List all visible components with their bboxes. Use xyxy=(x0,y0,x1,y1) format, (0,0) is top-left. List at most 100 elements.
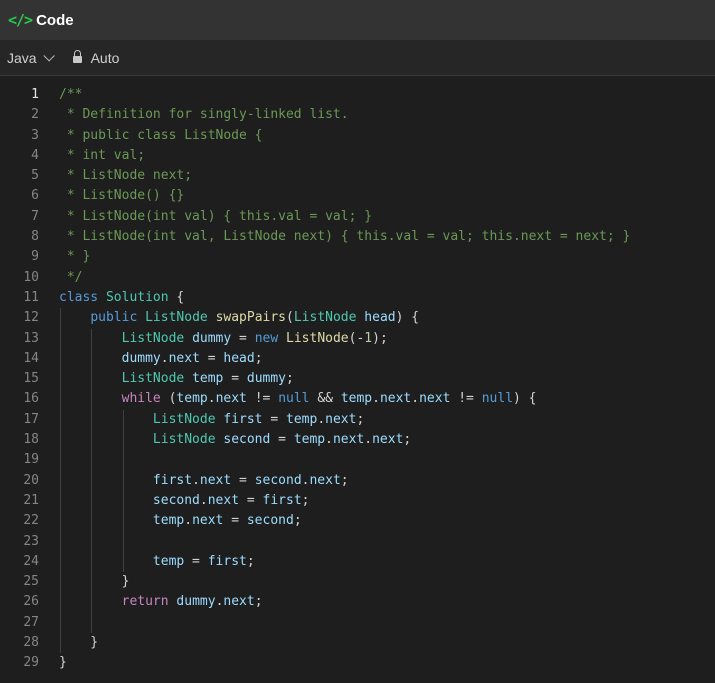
code-text: * ListNode(int val, ListNode next) { thi… xyxy=(39,227,631,247)
code-line: 8 * ListNode(int val, ListNode next) { t… xyxy=(0,227,715,247)
lock-icon xyxy=(72,50,82,63)
code-text xyxy=(39,531,124,552)
code-token: next xyxy=(168,350,200,366)
code-token: temp xyxy=(152,553,185,569)
code-token: next xyxy=(215,391,247,407)
indent-guide xyxy=(122,409,124,431)
code-text: second.next = first; xyxy=(39,490,310,512)
code-line: 22 temp.next = second; xyxy=(0,511,715,532)
code-text: /** xyxy=(39,85,82,105)
code-text: * Definition for singly-linked list. xyxy=(39,105,349,125)
code-token: temp xyxy=(176,391,208,407)
code-token: ; xyxy=(293,513,302,529)
code-text: */ xyxy=(39,268,83,288)
line-number: 4 xyxy=(31,147,39,163)
line-number: 19 xyxy=(23,452,39,468)
code-editor[interactable]: 1 /** 2 * Definition for singly-linked lis… xyxy=(0,76,715,674)
code-token: /** xyxy=(59,87,83,102)
indent-guide xyxy=(91,511,93,532)
code-token: head xyxy=(364,310,396,326)
line-number: 10 xyxy=(23,269,39,285)
code-line: 3 * public class ListNode { xyxy=(0,126,715,146)
code-text: } xyxy=(39,633,98,654)
indent-guide xyxy=(91,450,93,471)
line-number: 28 xyxy=(23,635,39,651)
indent-guide xyxy=(91,470,93,491)
code-token: ; xyxy=(340,472,349,488)
indent-guide xyxy=(60,409,61,431)
code-line: 15 ListNode temp = dummy; xyxy=(0,369,715,390)
indent-guide xyxy=(60,348,61,370)
code-token: ; xyxy=(301,492,310,508)
line-number: 12 xyxy=(23,310,39,326)
code-line: 17 ListNode first = temp.next; xyxy=(0,409,715,431)
code-line: 1 /** xyxy=(0,85,715,105)
indent-guide xyxy=(60,430,61,451)
code-token: second xyxy=(254,472,302,488)
code-token: = xyxy=(184,553,208,569)
code-token: second xyxy=(246,513,294,529)
line-number: 13 xyxy=(23,330,39,346)
code-token: = xyxy=(231,330,255,346)
line-number: 16 xyxy=(23,391,39,407)
code-token: dummy xyxy=(246,371,287,387)
indent-guide xyxy=(122,531,124,552)
code-text: class Solution { xyxy=(39,288,184,308)
line-number: 1 xyxy=(31,87,39,102)
code-token: temp xyxy=(286,411,318,427)
code-token: = xyxy=(270,432,294,448)
code-token: first xyxy=(207,553,247,569)
code-token: ; xyxy=(403,432,412,448)
code-text xyxy=(39,450,124,471)
code-token: ) { xyxy=(513,391,537,407)
code-line: 13 ListNode dummy = new ListNode(-1); xyxy=(0,328,715,349)
indent-guide xyxy=(91,531,93,552)
code-token: ListNode xyxy=(293,310,357,326)
code-token: next xyxy=(325,411,357,427)
code-token: * ListNode(int val, ListNode next) { thi… xyxy=(59,229,631,245)
code-token: next xyxy=(192,513,224,529)
code-line: 12 public ListNode swapPairs(ListNode he… xyxy=(0,308,715,329)
code-token: temp xyxy=(340,391,373,407)
code-line: 2 * Definition for singly-linked list. xyxy=(0,105,715,125)
code-line: 29} xyxy=(0,653,715,673)
indent-guide xyxy=(122,470,124,491)
code-line: 11 class Solution { xyxy=(0,288,715,308)
code-token: * } xyxy=(59,249,91,265)
code-token: next xyxy=(207,492,240,508)
indent-guide xyxy=(91,409,93,431)
code-text: temp = first; xyxy=(39,551,255,573)
code-token: . xyxy=(160,350,169,366)
code-token: = xyxy=(199,350,224,366)
code-token: next xyxy=(332,432,365,448)
indent-guide xyxy=(60,572,61,593)
code-token: = xyxy=(223,513,247,529)
line-number: 27 xyxy=(23,614,39,630)
indent-guide xyxy=(91,348,93,370)
code-token: next xyxy=(199,472,232,488)
code-token: ListNode xyxy=(152,432,216,448)
code-text: ListNode dummy = new ListNode(-1); xyxy=(39,328,388,349)
code-token: ListNode xyxy=(152,411,216,427)
auto-mode-button[interactable]: Auto xyxy=(72,50,119,66)
code-line: 14 dummy.next = head; xyxy=(0,348,715,370)
line-number: 6 xyxy=(31,188,39,204)
indent-guide xyxy=(122,551,124,573)
code-token: = xyxy=(239,492,263,508)
code-token: . xyxy=(372,391,380,407)
indent-guide xyxy=(122,430,124,451)
code-text: dummy.next = head; xyxy=(39,348,263,370)
line-number: 20 xyxy=(23,472,39,488)
code-token: next xyxy=(379,391,412,407)
code-text: * ListNode next; xyxy=(39,166,192,186)
code-token: . xyxy=(192,472,200,488)
indent-guide xyxy=(91,612,93,634)
code-token: while xyxy=(121,391,161,407)
language-select[interactable]: Java xyxy=(7,50,55,66)
